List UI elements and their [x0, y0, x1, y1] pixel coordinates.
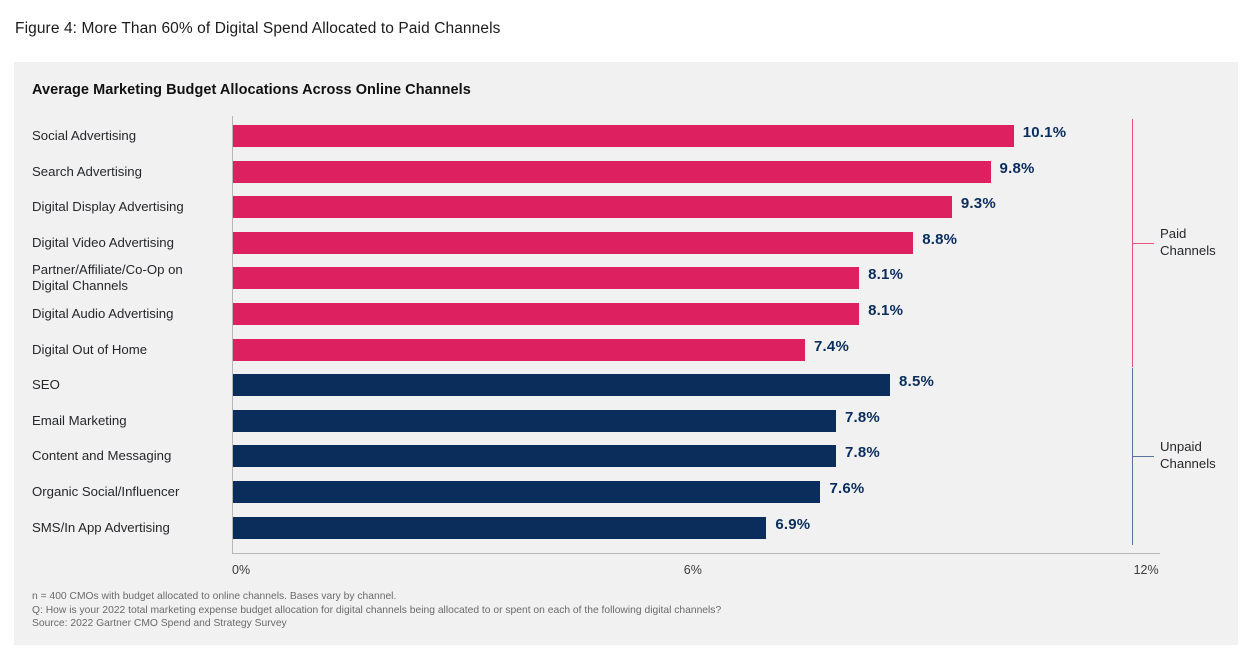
footnote-line: Source: 2022 Gartner CMO Spend and Strat…	[32, 618, 287, 630]
bar-value-label: 8.1%	[868, 266, 904, 284]
figure-caption: Figure 4: More Than 60% of Digital Spend…	[15, 20, 501, 37]
bar-paid[interactable]	[233, 231, 914, 254]
bar-value-label: 10.1%	[1022, 124, 1067, 141]
category-label: Digital Audio Advertising	[32, 306, 174, 321]
category-label: Partner/Affiliate/Co-Op on Digital Chann…	[32, 262, 183, 294]
x-axis-line	[232, 553, 1160, 554]
bar-unpaid[interactable]	[233, 516, 767, 539]
bar-value-label: 7.4%	[814, 337, 850, 355]
category-label: SEO	[32, 377, 60, 393]
chart-row: Digital Display Advertising 9.3%	[14, 195, 1238, 219]
bar-unpaid[interactable]	[233, 409, 836, 432]
chart-footnotes: n = 400 CMOs with budget allocated to on…	[32, 590, 721, 631]
bar-paid[interactable]	[233, 125, 1014, 147]
x-tick-label: 12%	[1133, 563, 1159, 577]
x-tick-label: 6%	[683, 563, 702, 577]
category-label: Digital Video Advertising	[32, 234, 174, 250]
footnote-line: Q: How is your 2022 total marketing expe…	[32, 604, 722, 616]
chart-row: Digital Out of Home 7.4%	[14, 337, 1238, 361]
bar-value-label: 8.8%	[922, 230, 958, 248]
category-label: Email Marketing	[32, 412, 127, 428]
bracket-label: Unpaid Channels	[1160, 439, 1216, 472]
category-label: Digital Out of Home	[32, 341, 148, 357]
bar-value-label: 7.8%	[844, 444, 880, 462]
bar-value-label: 7.8%	[844, 408, 880, 426]
bracket-tick	[1132, 456, 1154, 458]
bar-paid[interactable]	[233, 267, 860, 290]
chart-row: Search Advertising 9.8%	[14, 159, 1238, 183]
chart-panel: Average Marketing Budget Allocations Acr…	[14, 62, 1238, 645]
category-label: Organic Social/Influencer	[32, 484, 180, 499]
chart-row: Social Advertising 10.1%	[14, 124, 1238, 147]
chart-row: Partner/Affiliate/Co-Op on Digital Chann…	[14, 262, 1238, 293]
chart-row: Email Marketing 7.8%	[14, 408, 1238, 432]
category-label: Social Advertising	[32, 128, 137, 143]
bar-unpaid[interactable]	[233, 481, 821, 503]
bar-value-label: 9.3%	[960, 195, 996, 213]
chart-row: SEO 8.5%	[14, 373, 1238, 397]
bar-value-label: 8.5%	[899, 373, 935, 391]
category-label: Digital Display Advertising	[32, 199, 184, 215]
bar-value-label: 8.1%	[868, 302, 904, 319]
chart-row: Content and Messaging 7.8%	[14, 444, 1238, 468]
category-label: SMS/In App Advertising	[32, 519, 170, 535]
bar-value-label: 7.6%	[829, 480, 865, 497]
bar-chart-plot: Social Advertising 10.1% Search Advertisin…	[14, 62, 1238, 645]
category-label: Search Advertising	[32, 163, 142, 179]
bar-value-label: 9.8%	[999, 159, 1035, 177]
bar-paid[interactable]	[233, 196, 952, 219]
bar-paid[interactable]	[233, 160, 991, 183]
bar-paid[interactable]	[233, 303, 860, 325]
category-label: Content and Messaging	[32, 448, 172, 464]
chart-row: Digital Video Advertising 8.8%	[14, 230, 1238, 254]
bracket-tick	[1132, 242, 1154, 244]
bracket-label: Paid Channels	[1160, 225, 1216, 258]
bar-value-label: 6.9%	[775, 515, 811, 533]
bar-unpaid[interactable]	[233, 445, 836, 468]
chart-row: SMS/In App Advertising 6.9%	[14, 515, 1238, 539]
chart-row: Digital Audio Advertising 8.1%	[14, 302, 1238, 325]
x-tick-label: 0%	[232, 563, 251, 577]
chart-row: Organic Social/Influencer 7.6%	[14, 480, 1238, 503]
bar-paid[interactable]	[233, 338, 806, 361]
bar-unpaid[interactable]	[233, 374, 891, 397]
footnote-line: n = 400 CMOs with budget allocated to on…	[32, 591, 397, 602]
